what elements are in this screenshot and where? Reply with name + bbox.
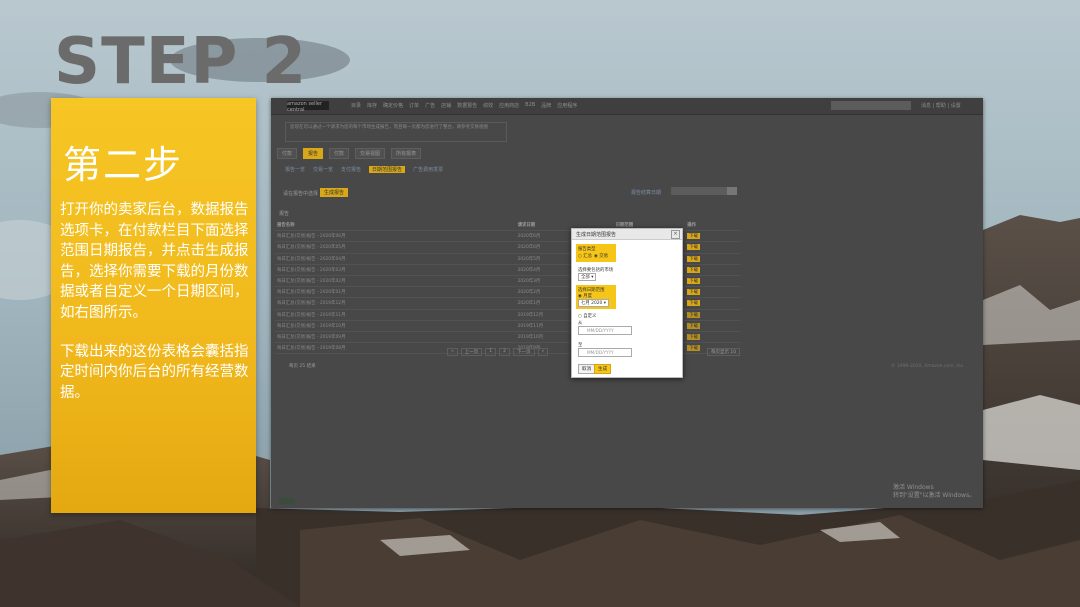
subtab-item-active[interactable]: 日期范围报告: [369, 166, 406, 173]
date-range-report-dialog: 生成日期范围报告 × 报告类型 ○ 汇总 ◉ 交易 选择要包括的市场 全部 ▾ …: [571, 228, 683, 378]
settlement-search-input[interactable]: [671, 187, 731, 195]
nav-link[interactable]: 应用程序: [557, 102, 577, 109]
download-action[interactable]: 下载: [685, 253, 741, 265]
nav-link[interactable]: 数据报告: [457, 102, 477, 109]
download-action[interactable]: 下载: [685, 230, 741, 243]
main-tabs: 付款 报告 付款 交易视图 所有报表: [277, 148, 422, 159]
report-type-label: 报告类型: [578, 247, 596, 252]
nav-link[interactable]: B2B: [525, 102, 535, 109]
nav-link[interactable]: 目录: [351, 102, 361, 109]
card-heading: 第二步: [63, 143, 184, 187]
nav-link[interactable]: 库存: [367, 102, 377, 109]
cancel-button[interactable]: 取消: [578, 364, 596, 374]
download-action[interactable]: 下载: [685, 286, 741, 299]
table-cell: 每日汇总(交易)报告 - 2020年04月: [275, 253, 516, 265]
tab-item-active[interactable]: 报告: [303, 148, 324, 159]
activate-windows-watermark: 激活 Windows 转到"设置"以激活 Windows。: [893, 484, 976, 499]
report-section-heading: 报告: [279, 211, 290, 217]
download-action[interactable]: 下载: [685, 309, 741, 321]
search-input[interactable]: [831, 101, 911, 110]
table-cell: 每日汇总(交易)报告 - 2020年01月: [275, 286, 516, 299]
download-action[interactable]: 下载: [685, 241, 741, 254]
tab-item[interactable]: 交易视图: [355, 148, 386, 159]
table-cell: 每日汇总(交易)报告 - 2020年02月: [275, 275, 516, 288]
pager-last[interactable]: »: [537, 348, 549, 356]
pager-page[interactable]: 2: [499, 348, 511, 356]
from-date-input[interactable]: MM/DD/YYYY: [578, 326, 632, 335]
results-per-page[interactable]: 每页 25 结果: [289, 363, 316, 369]
custom-radio[interactable]: ○ 自定义: [578, 313, 596, 319]
to-date-input[interactable]: MM/DD/YYYY: [578, 348, 632, 357]
pager-next[interactable]: 下一页: [513, 348, 535, 356]
nav-link[interactable]: 广告: [425, 102, 435, 109]
dialog-header: 生成日期范围报告 ×: [572, 229, 682, 240]
step-title: STEP 2: [54, 25, 308, 99]
pager-page[interactable]: 1: [485, 348, 497, 356]
table-cell: 每日汇总(交易)报告 - 2019年10月: [275, 320, 516, 332]
subtab-item[interactable]: 报告一览: [285, 166, 305, 173]
table-cell: 每日汇总(交易)报告 - 2019年12月: [275, 297, 516, 310]
tab-item[interactable]: 所有报表: [391, 148, 422, 159]
notice-box: 您现在可以通过一个请求为您的每个市场生成报告，而且每一页都为您进行了整合，请参考…: [285, 122, 507, 142]
card-paragraph: 下载出来的这份表格会囊括指定时间内你后台的所有经营数据。: [60, 343, 249, 401]
seller-central-screenshot: amazon seller central 目录 库存 确定价格 订单 广告 店…: [271, 98, 983, 508]
page-size-select[interactable]: 每页显示 10: [707, 348, 741, 356]
generate-report-button[interactable]: 生成报告: [320, 188, 349, 197]
pager-prev[interactable]: 上一页: [460, 348, 483, 356]
tab-item[interactable]: 付款: [277, 148, 298, 159]
nav-link[interactable]: 订单: [409, 102, 419, 109]
table-cell: 每日汇总(交易)报告 - 2020年06月: [275, 230, 516, 243]
settlement-search-label: 报告结算日期: [631, 190, 662, 196]
month-select[interactable]: 七月 2020 ▾: [578, 299, 609, 307]
nav-link[interactable]: 绩效: [483, 102, 493, 109]
table-cell: 每日汇总(交易)报告 - 2020年03月: [275, 264, 516, 276]
subtab-item[interactable]: 交易一览: [313, 166, 333, 173]
marketplace-select[interactable]: 全部 ▾: [578, 273, 597, 281]
download-action[interactable]: 下载: [685, 275, 741, 288]
generate-button[interactable]: 生成: [594, 364, 612, 374]
pagination: « 上一页 1 2 下一页 »: [447, 348, 549, 356]
nav-link[interactable]: 店铺: [441, 102, 451, 109]
subtab-item[interactable]: 广告费用发票: [413, 166, 443, 173]
dialog-title: 生成日期范围报告: [576, 232, 617, 238]
settlement-search-button[interactable]: [727, 187, 737, 195]
nav-links: 目录 库存 确定价格 订单 广告 店铺 数据报告 绩效 应用商店 B2B 品牌 …: [351, 102, 577, 109]
download-action[interactable]: 下载: [685, 331, 741, 344]
nav-link[interactable]: 确定价格: [383, 102, 403, 109]
nav-link[interactable]: 品牌: [541, 102, 551, 109]
tab-item[interactable]: 付款: [329, 148, 350, 159]
download-action[interactable]: 下载: [685, 297, 741, 310]
close-icon[interactable]: ×: [671, 230, 680, 239]
amazon-logo: amazon seller central: [287, 101, 329, 113]
feedback-button[interactable]: [279, 498, 295, 504]
table-cell: 每日汇总(交易)报告 - 2019年09月: [275, 331, 516, 344]
table-cell: 每日汇总(交易)报告 - 2019年11月: [275, 309, 516, 321]
report-type-transaction-radio[interactable]: ◉ 交易: [594, 253, 608, 259]
nav-link[interactable]: 应用商店: [499, 102, 519, 109]
instruction-card: 第二步 打开你的卖家后台，数据报告选项卡，在付款栏目下面选择范围日期报告，并点击…: [51, 98, 256, 513]
card-body: 打开你的卖家后台，数据报告选项卡，在付款栏目下面选择范围日期报告，并点击生成报告…: [60, 200, 250, 421]
top-navbar: amazon seller central 目录 库存 确定价格 订单 广告 店…: [271, 98, 983, 115]
nav-right-links[interactable]: 消息 | 帮助 | 设置: [921, 102, 961, 109]
column-header: 操作: [685, 220, 741, 232]
download-action[interactable]: 下载: [685, 320, 741, 332]
footer-text: © 1999-2020, Amazon.com, Inc.: [891, 364, 965, 369]
report-type-summary-radio[interactable]: ○ 汇总: [578, 253, 592, 259]
column-header: 报告名称: [275, 220, 516, 232]
table-cell: 每日汇总(交易)报告 - 2020年05月: [275, 241, 516, 254]
download-action[interactable]: 下载: [685, 264, 741, 276]
card-paragraph: 打开你的卖家后台，数据报告选项卡，在付款栏目下面选择范围日期报告，并点击生成报告…: [60, 202, 249, 321]
filter-label: 请在报告中选择: [283, 191, 319, 197]
pager-first[interactable]: «: [447, 348, 458, 356]
sub-tabs: 报告一览 交易一览 支付报告 日期范围报告 广告费用发票: [285, 166, 443, 173]
subtab-item[interactable]: 支付报告: [341, 166, 361, 173]
